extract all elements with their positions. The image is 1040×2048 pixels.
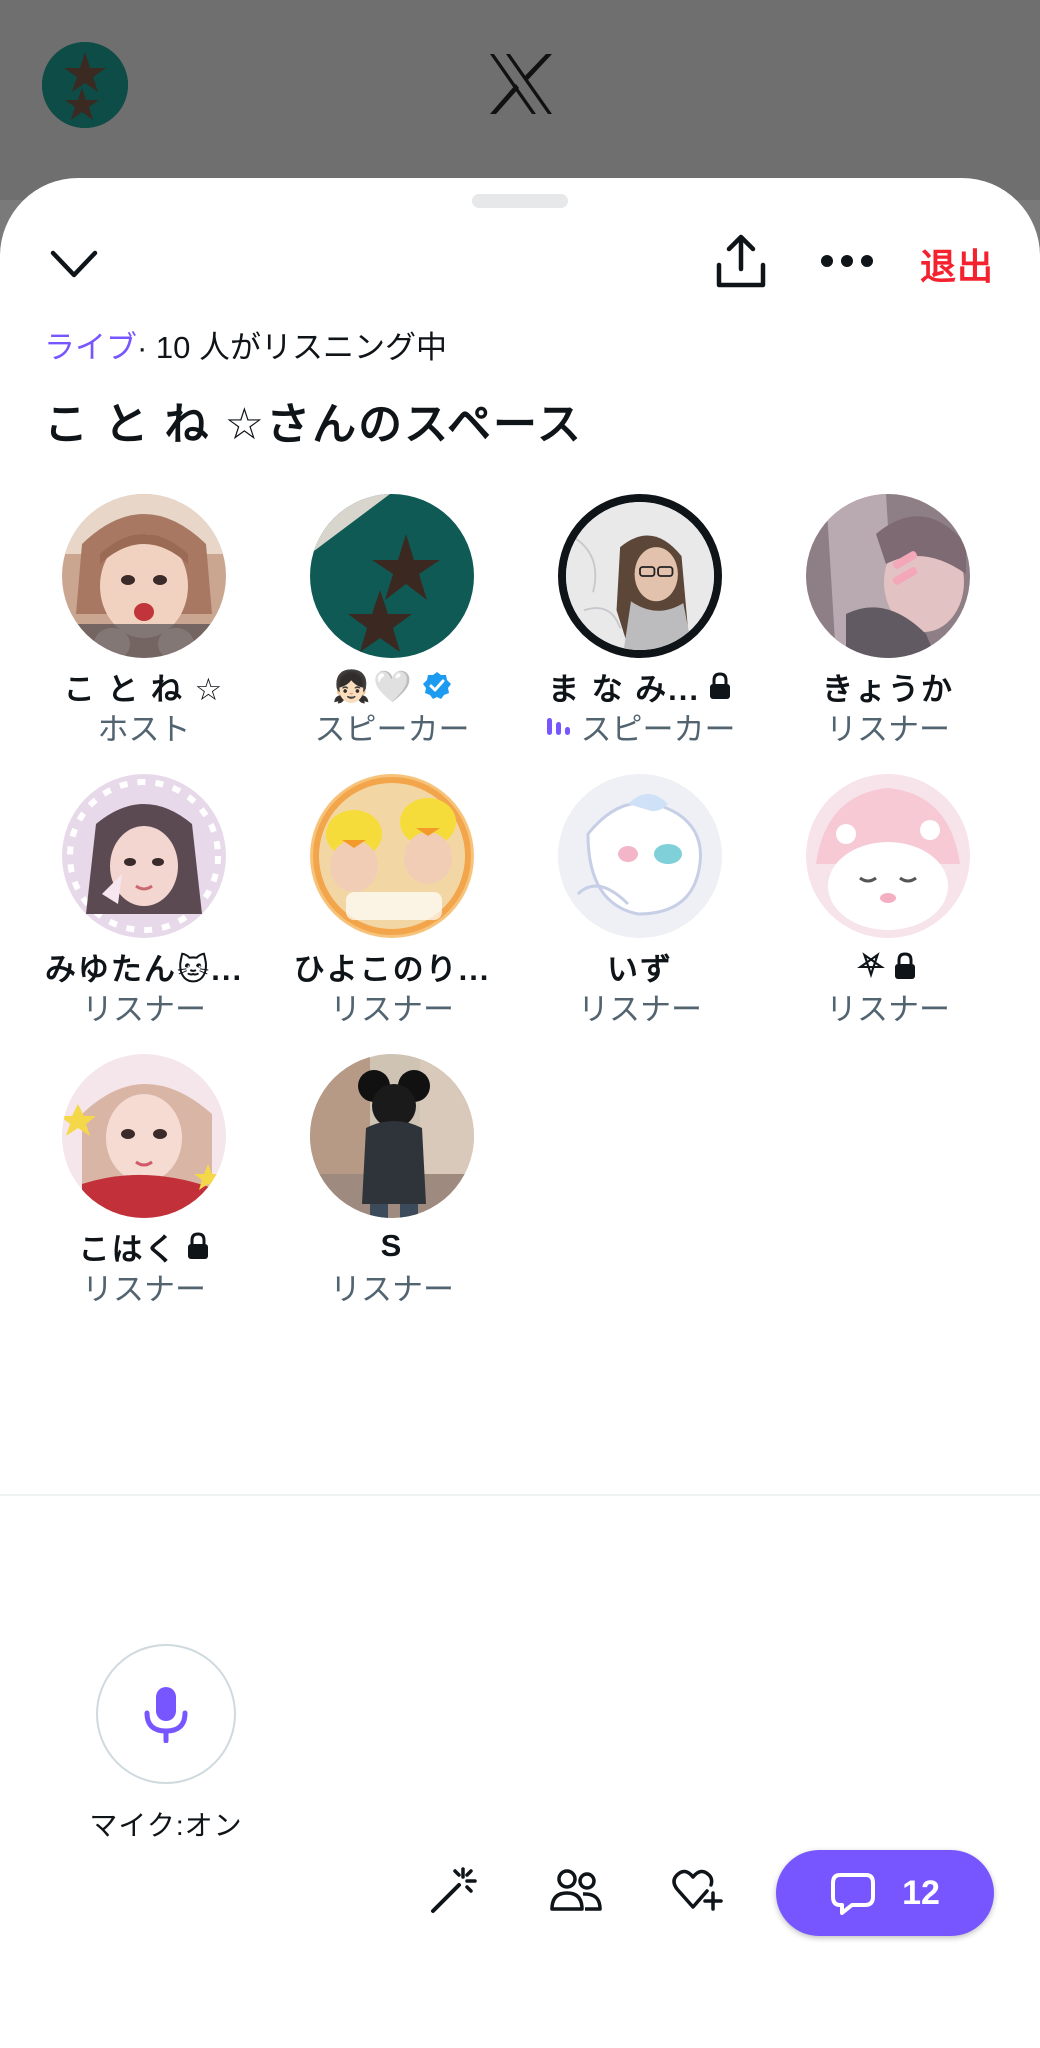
participant-name: ま な み... xyxy=(548,666,732,707)
participant-name: ⛧ xyxy=(859,946,918,986)
participant-role: リスナー xyxy=(82,991,206,1027)
participant-tile[interactable]: S リスナー xyxy=(268,1054,516,1307)
participant-role: リスナー xyxy=(330,1271,454,1307)
participant-tile[interactable]: ⛧ リスナー xyxy=(764,774,1012,1027)
verified-icon xyxy=(422,672,451,699)
participant-name: こはく xyxy=(79,1226,210,1267)
sheet-grabber[interactable] xyxy=(472,194,568,208)
more-options-button[interactable] xyxy=(814,236,880,286)
participant-tile[interactable]: いず リスナー xyxy=(516,774,764,1027)
space-status: ライブ· 10 人がリスニング中 xyxy=(44,322,447,367)
participant-name: こ と ね ☆ xyxy=(63,671,225,707)
comments-button[interactable]: 12 xyxy=(776,1850,994,1936)
participant-name: いず xyxy=(607,951,673,987)
participant-avatar xyxy=(558,774,722,938)
microphone-label: マイク:オン xyxy=(89,1810,243,1841)
participant-role: ホスト xyxy=(97,711,191,747)
participant-tile[interactable]: ひよこのり... リスナー xyxy=(268,774,516,1027)
participant-role: リスナー xyxy=(82,1271,206,1307)
participant-tile[interactable]: こはく リスナー xyxy=(20,1054,268,1307)
lock-icon xyxy=(187,1232,208,1259)
participant-avatar xyxy=(310,774,474,938)
effects-button[interactable] xyxy=(424,1860,484,1920)
participant-avatar xyxy=(806,774,970,938)
participant-role: リスナー xyxy=(330,991,454,1027)
more-icon xyxy=(821,255,873,267)
microphone-icon xyxy=(144,1687,188,1743)
participant-avatar xyxy=(62,774,226,938)
share-icon xyxy=(716,234,766,288)
participant-avatar xyxy=(62,494,226,658)
participant-avatar xyxy=(806,494,970,658)
x-logo-icon xyxy=(490,54,552,114)
participant-role: リスナー xyxy=(826,991,950,1027)
participant-role: スピーカー xyxy=(314,711,470,747)
leave-button[interactable]: 退出 xyxy=(920,238,994,290)
live-label: ライブ xyxy=(44,330,137,365)
participant-name: 👧🏻🤍 xyxy=(332,666,451,706)
participant-role: リスナー xyxy=(578,991,702,1027)
lock-icon xyxy=(895,952,916,979)
comments-count: 12 xyxy=(902,1873,940,1912)
participant-role: リスナー xyxy=(826,711,950,747)
people-icon xyxy=(550,1869,602,1911)
microphone-button[interactable] xyxy=(96,1644,236,1784)
participants-button[interactable] xyxy=(544,1860,608,1920)
participant-tile[interactable]: きょうか リスナー xyxy=(764,494,1012,747)
speaking-icon xyxy=(546,718,570,735)
share-button[interactable] xyxy=(708,228,774,294)
space-title: こ と ね ☆さんのスペース xyxy=(44,400,583,449)
heart-plus-icon xyxy=(672,1869,723,1911)
background-app-header xyxy=(0,0,1040,200)
participant-name: きょうか xyxy=(822,671,954,707)
participant-tile[interactable]: みゆたん🐱... リスナー xyxy=(20,774,268,1027)
chevron-down-icon xyxy=(50,250,98,278)
participant-name: ひよこのり... xyxy=(293,951,491,987)
participant-tile[interactable]: 👧🏻🤍 スピーカー xyxy=(268,494,516,747)
comment-icon xyxy=(831,1873,876,1915)
participant-name: みゆたん🐱... xyxy=(44,951,244,987)
participant-avatar xyxy=(558,494,722,658)
participant-grid: こ と ね ☆ ホスト 👧🏻🤍 スピーカー ま な み... スピーカー きょう… xyxy=(20,494,1020,1307)
section-divider xyxy=(0,1494,1040,1496)
participant-avatar xyxy=(62,1054,226,1218)
participant-role: スピーカー xyxy=(545,706,736,747)
reaction-button[interactable] xyxy=(666,1860,728,1920)
background-profile-avatar xyxy=(42,42,128,128)
lock-icon xyxy=(710,672,731,699)
participant-tile[interactable]: こ と ね ☆ ホスト xyxy=(20,494,268,747)
listener-count-text: · 10 人がリスニング中 xyxy=(137,330,448,365)
participant-avatar xyxy=(310,1054,474,1218)
participant-tile[interactable]: ま な み... スピーカー xyxy=(516,494,764,747)
collapse-button[interactable] xyxy=(44,234,104,294)
sparkle-wand-icon xyxy=(431,1867,477,1913)
participant-name: S xyxy=(380,1228,404,1263)
participant-avatar xyxy=(310,494,474,658)
